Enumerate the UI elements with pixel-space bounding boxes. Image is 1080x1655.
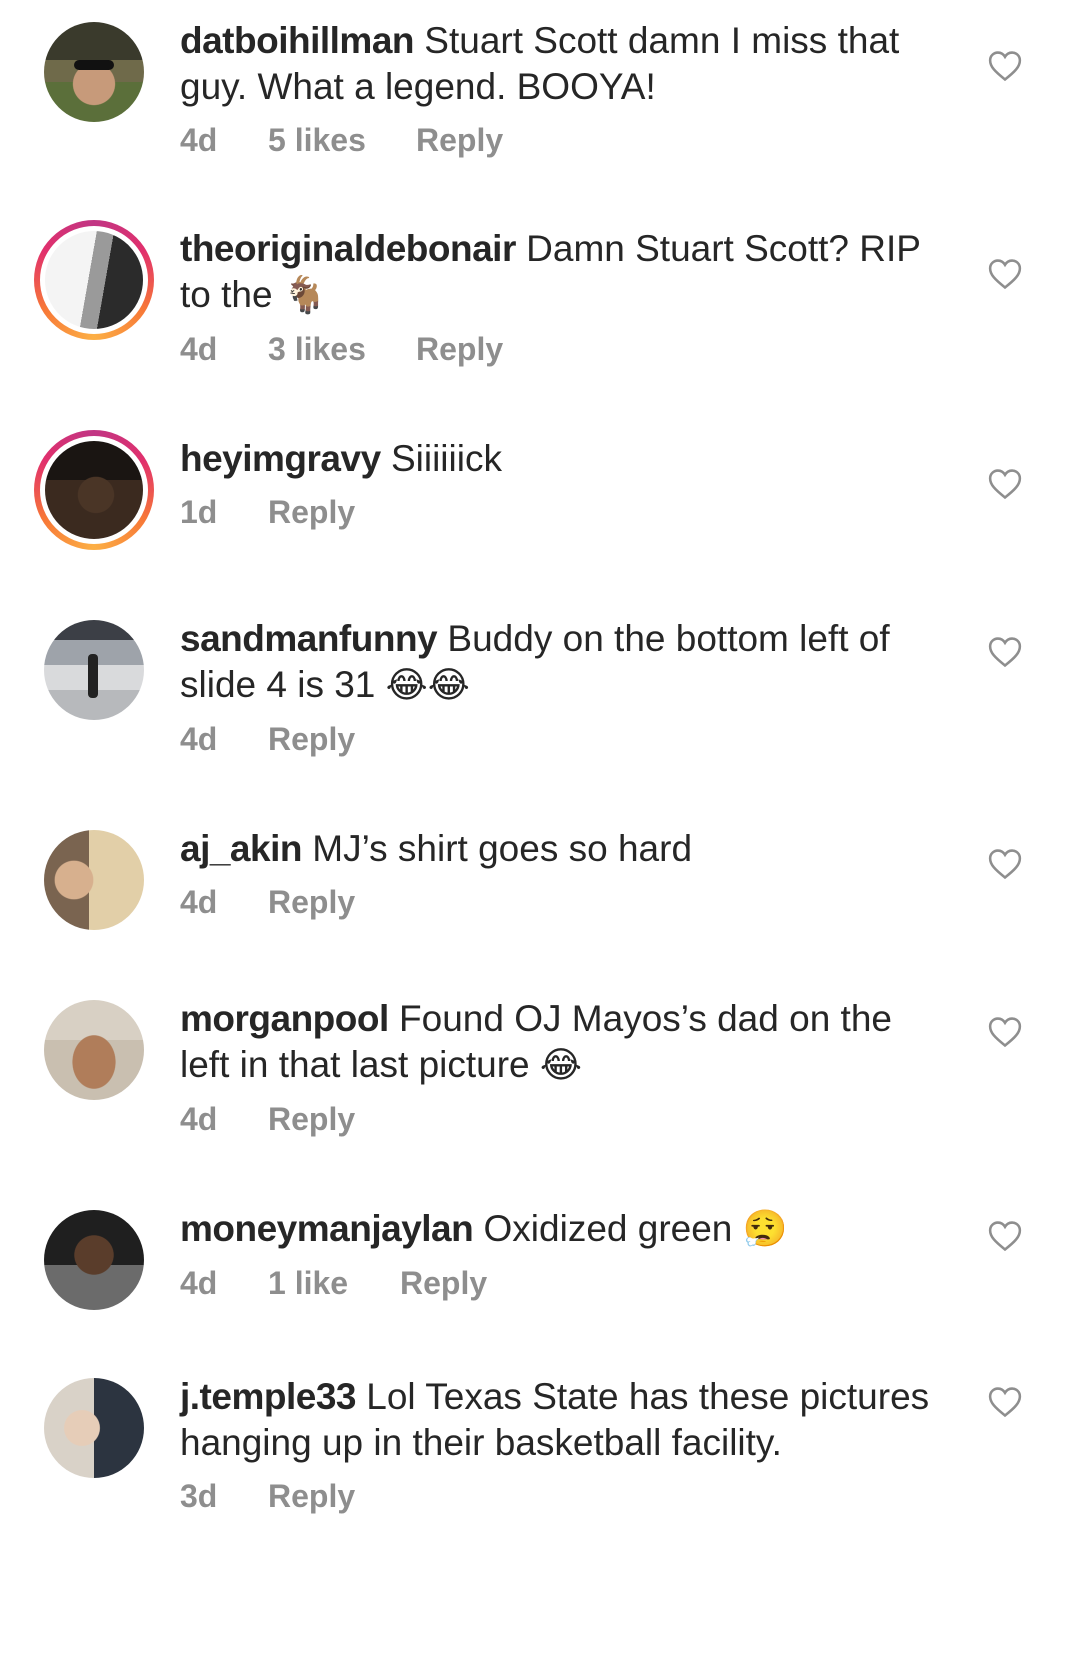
avatar[interactable] bbox=[44, 830, 144, 930]
heart-outline-icon[interactable] bbox=[988, 1386, 1022, 1418]
avatar[interactable] bbox=[34, 220, 154, 340]
comment-time: 4d bbox=[180, 1101, 218, 1137]
comment-text: morganpool Found OJ Mayos’s dad on the l… bbox=[180, 996, 940, 1089]
comment-text: j.temple33 Lol Texas State has these pic… bbox=[180, 1374, 940, 1466]
goat-emoji: 🐐 bbox=[282, 275, 328, 316]
comment-text: aj_akin MJ’s shirt goes so hard bbox=[180, 826, 940, 872]
comment-meta: 4d 1 like Reply bbox=[180, 1265, 940, 1302]
avatar[interactable] bbox=[44, 1210, 144, 1310]
comment-time: 4d bbox=[180, 721, 218, 757]
comment-meta: 4d 3 likes Reply bbox=[180, 331, 940, 368]
comment-username[interactable]: sandmanfunny bbox=[180, 618, 438, 659]
reply-button[interactable]: Reply bbox=[400, 1265, 487, 1302]
comment-body: Oxidized green bbox=[483, 1208, 733, 1249]
comment-username[interactable]: aj_akin bbox=[180, 828, 302, 869]
heart-outline-icon[interactable] bbox=[988, 468, 1022, 500]
comment-time: 4d bbox=[180, 331, 218, 367]
comment-username[interactable]: heyimgravy bbox=[180, 438, 381, 479]
comment-likes[interactable]: 3 likes bbox=[268, 331, 416, 368]
heart-outline-icon[interactable] bbox=[988, 848, 1022, 880]
laughing-emoji: 😂😂 bbox=[385, 665, 470, 706]
comment-meta: 4d Reply bbox=[180, 721, 940, 758]
comment-username[interactable]: morganpool bbox=[180, 998, 389, 1039]
laughing-emoji: 😂 bbox=[539, 1045, 582, 1086]
comment-meta: 4d Reply bbox=[180, 884, 940, 921]
comment-meta: 3d Reply bbox=[180, 1478, 940, 1515]
comment-time: 4d bbox=[180, 122, 218, 158]
reply-button[interactable]: Reply bbox=[416, 331, 503, 368]
comment-meta: 1d Reply bbox=[180, 494, 940, 531]
comment-username[interactable]: j.temple33 bbox=[180, 1376, 356, 1417]
heart-outline-icon[interactable] bbox=[988, 636, 1022, 668]
reply-button[interactable]: Reply bbox=[268, 721, 355, 758]
heart-outline-icon[interactable] bbox=[988, 1016, 1022, 1048]
comment-time: 1d bbox=[180, 494, 218, 530]
heart-outline-icon[interactable] bbox=[988, 258, 1022, 290]
reply-button[interactable]: Reply bbox=[268, 494, 355, 531]
comment-text: theoriginaldebonair Damn Stuart Scott? R… bbox=[180, 226, 940, 319]
comment-likes[interactable]: 1 like bbox=[268, 1265, 400, 1302]
comment-meta: 4d Reply bbox=[180, 1101, 940, 1138]
reply-button[interactable]: Reply bbox=[268, 1101, 355, 1138]
comment-likes[interactable]: 5 likes bbox=[268, 122, 416, 159]
reply-button[interactable]: Reply bbox=[268, 884, 355, 921]
comment-username[interactable]: moneymanjaylan bbox=[180, 1208, 474, 1249]
comment-text: moneymanjaylan Oxidized green 😮‍💨 bbox=[180, 1206, 940, 1253]
heart-outline-icon[interactable] bbox=[988, 1220, 1022, 1252]
comment-body: MJ’s shirt goes so hard bbox=[312, 828, 693, 869]
comment-text: datboihillman Stuart Scott damn I miss t… bbox=[180, 18, 940, 110]
exhaling-emoji: 😮‍💨 bbox=[742, 1209, 788, 1250]
comment-meta: 4d 5 likes Reply bbox=[180, 122, 940, 159]
avatar[interactable] bbox=[44, 22, 144, 122]
comment-text: heyimgravy Siiiiiick bbox=[180, 436, 940, 482]
comment-text: sandmanfunny Buddy on the bottom left of… bbox=[180, 616, 940, 709]
avatar[interactable] bbox=[44, 1000, 144, 1100]
comment-time: 3d bbox=[180, 1478, 218, 1514]
comment-username[interactable]: datboihillman bbox=[180, 20, 415, 61]
comment-time: 4d bbox=[180, 1265, 218, 1301]
heart-outline-icon[interactable] bbox=[988, 50, 1022, 82]
reply-button[interactable]: Reply bbox=[416, 122, 503, 159]
avatar[interactable] bbox=[44, 1378, 144, 1478]
avatar[interactable] bbox=[34, 430, 154, 550]
avatar[interactable] bbox=[44, 620, 144, 720]
reply-button[interactable]: Reply bbox=[268, 1478, 355, 1515]
comment-username[interactable]: theoriginaldebonair bbox=[180, 228, 516, 269]
comment-body: Siiiiiick bbox=[390, 438, 502, 479]
comment-time: 4d bbox=[180, 884, 218, 920]
